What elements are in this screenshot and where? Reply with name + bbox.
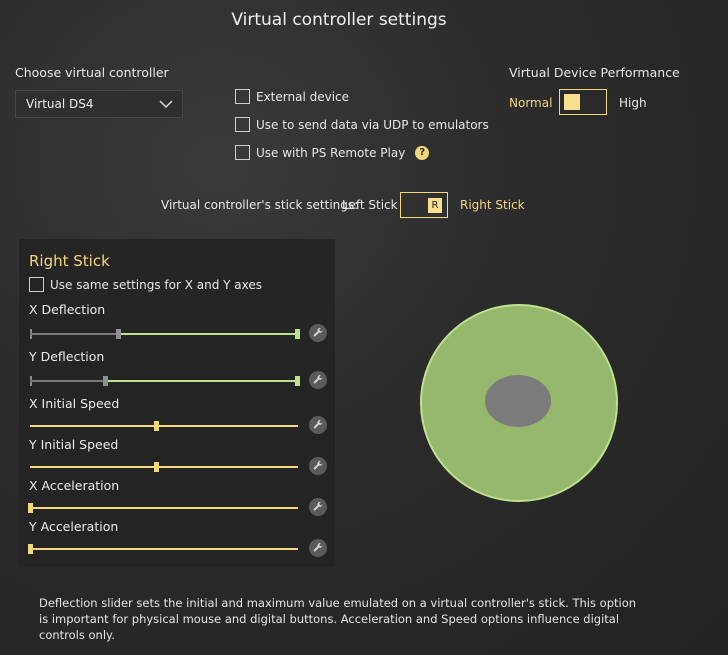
slider-thumb[interactable]	[28, 503, 33, 513]
stick-toggle-thumb: R	[428, 198, 442, 213]
slider-track[interactable]	[30, 466, 298, 468]
slider-track-inactive	[30, 380, 106, 382]
slider-track-active[interactable]	[105, 380, 298, 382]
slider-track[interactable]	[30, 425, 298, 427]
same-axes-checkbox[interactable]	[29, 277, 44, 292]
panel-title: Right Stick	[29, 252, 110, 270]
stick-toggle[interactable]: R	[400, 192, 448, 218]
external-device-label: External device	[256, 89, 350, 104]
footer-help-text: Deflection slider sets the initial and m…	[39, 596, 637, 642]
udp-checkbox[interactable]	[235, 117, 250, 132]
slider-thumb[interactable]	[153, 421, 159, 431]
performance-title: Virtual Device Performance	[509, 65, 680, 80]
stick-preview-dot	[485, 375, 551, 427]
slider-track-active[interactable]	[118, 333, 298, 335]
wrench-icon[interactable]	[309, 539, 327, 557]
slider-track[interactable]	[30, 548, 298, 550]
slider-label: Y Deflection	[29, 349, 105, 364]
slider-thumb-high[interactable]	[295, 376, 300, 386]
performance-toggle-thumb	[564, 94, 580, 110]
chevron-down-icon	[159, 100, 173, 109]
slider-thumb-high[interactable]	[295, 329, 300, 339]
performance-normal-label: Normal	[509, 96, 553, 110]
wrench-icon[interactable]	[309, 324, 327, 342]
remote-play-label: Use with PS Remote Play	[256, 145, 406, 160]
udp-option[interactable]: Use to send data via UDP to emulators	[235, 117, 489, 132]
external-device-option[interactable]: External device	[235, 89, 349, 104]
slider-thumb[interactable]	[153, 462, 159, 472]
wrench-icon[interactable]	[309, 457, 327, 475]
help-icon[interactable]: ?	[415, 145, 430, 160]
external-device-checkbox[interactable]	[235, 89, 250, 104]
performance-high-label: High	[619, 96, 647, 110]
slider-thumb[interactable]	[28, 544, 33, 554]
slider-track[interactable]	[30, 507, 298, 509]
same-axes-option[interactable]: Use same settings for X and Y axes	[29, 277, 262, 292]
slider-label: X Initial Speed	[29, 396, 120, 411]
same-axes-label: Use same settings for X and Y axes	[50, 277, 262, 292]
remote-play-option[interactable]: Use with PS Remote Play ?	[235, 145, 430, 160]
slider-label: Y Initial Speed	[29, 437, 119, 452]
wrench-icon[interactable]	[309, 498, 327, 516]
wrench-icon[interactable]	[309, 371, 327, 389]
slider-thumb-low[interactable]	[103, 376, 109, 386]
slider-label: X Deflection	[29, 302, 106, 317]
slider-label: X Acceleration	[29, 478, 120, 493]
right-stick-label[interactable]: Right Stick	[460, 198, 525, 212]
remote-play-checkbox[interactable]	[235, 145, 250, 160]
wrench-icon[interactable]	[309, 416, 327, 434]
left-stick-label[interactable]: Left Stick	[342, 198, 398, 212]
window-title: Virtual controller settings	[231, 10, 447, 30]
slider-track-inactive	[30, 333, 119, 335]
slider-label: Y Acceleration	[29, 519, 119, 534]
performance-toggle[interactable]	[559, 89, 607, 115]
controller-select[interactable]: Virtual DS4	[15, 90, 183, 118]
udp-label: Use to send data via UDP to emulators	[256, 117, 489, 132]
choose-controller-label: Choose virtual controller	[15, 65, 169, 80]
controller-select-value: Virtual DS4	[26, 97, 94, 111]
stick-settings-label: Virtual controller's stick settings:	[161, 198, 359, 212]
slider-thumb-low[interactable]	[116, 329, 122, 339]
